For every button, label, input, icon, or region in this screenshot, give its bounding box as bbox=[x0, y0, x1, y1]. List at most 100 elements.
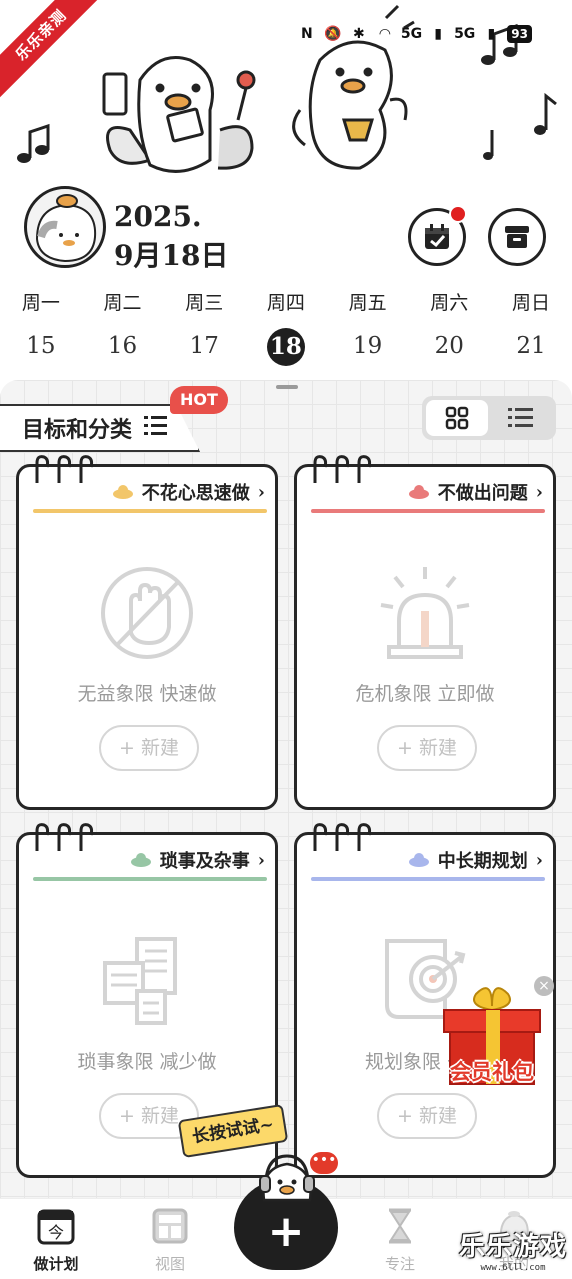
weekday-label: 周一 bbox=[21, 292, 60, 314]
weekday-label: 周五 bbox=[348, 292, 387, 314]
nav-label: 专注 bbox=[384, 1255, 415, 1273]
day-sun[interactable]: 周日 21 bbox=[490, 288, 572, 364]
card-title: 不做出问题 bbox=[437, 483, 528, 504]
drag-handle[interactable] bbox=[276, 385, 298, 389]
quadrant-card-urgent[interactable]: 不做出问题 › 危机象限 立即做 + 新建 bbox=[294, 455, 556, 810]
weekday-label: 周三 bbox=[185, 292, 224, 314]
hourglass-icon bbox=[389, 1208, 411, 1244]
week-strip: 周一 15 周二 16 周三 17 周四 18 周五 19 周六 20 周日 21 bbox=[0, 288, 572, 366]
chat-bubble-icon[interactable]: ••• bbox=[310, 1152, 338, 1174]
flower-icon bbox=[408, 485, 429, 499]
day-number: 21 bbox=[516, 333, 546, 359]
close-promo-button[interactable]: × bbox=[534, 976, 554, 996]
grid-view-button[interactable] bbox=[426, 400, 488, 436]
signal-5g-icon: 5G bbox=[400, 26, 423, 42]
nav-label: 视图 bbox=[154, 1255, 185, 1273]
quadrant-card-quick[interactable]: 不花心思速做 › 无益象限 快速做 + 新建 bbox=[16, 455, 278, 810]
chevron-right-icon: › bbox=[257, 849, 265, 871]
view-toggle bbox=[422, 396, 556, 440]
day-number: 18 bbox=[266, 328, 305, 366]
calendar-today-icon: 今 bbox=[37, 1209, 75, 1245]
music-note-icon bbox=[17, 23, 557, 163]
signal-5g-icon: 5G bbox=[454, 26, 476, 42]
signal-bars-icon: ▮ bbox=[487, 26, 496, 42]
new-task-button[interactable]: + 新建 bbox=[377, 725, 477, 771]
card-header[interactable]: 不做出问题 › bbox=[408, 479, 543, 505]
card-title: 中长期规划 bbox=[437, 851, 528, 872]
card-description: 琐事象限 减少做 bbox=[77, 1051, 217, 1073]
new-task-button[interactable]: + 新建 bbox=[377, 1093, 477, 1139]
spiral-rings-icon bbox=[35, 823, 94, 851]
card-color-line bbox=[33, 509, 267, 513]
day-number: 16 bbox=[107, 333, 138, 359]
bluetooth-icon: ✱ bbox=[352, 26, 365, 42]
day-number: 17 bbox=[189, 333, 219, 359]
day-sat[interactable]: 周六 20 bbox=[408, 288, 490, 364]
card-title: 不花心思速做 bbox=[141, 483, 250, 504]
avatar[interactable] bbox=[24, 186, 106, 268]
watermark-name: 乐乐游戏 bbox=[458, 1232, 567, 1262]
calendar-today-text: 今 bbox=[48, 1223, 64, 1242]
card-header[interactable]: 中长期规划 › bbox=[408, 847, 543, 873]
nfc-icon: N bbox=[300, 26, 313, 42]
flower-icon bbox=[112, 485, 133, 499]
header-area: 乐乐亲测 N 🔕 ✱ ◠ 5G ▮ 5G ▮ 93 2025. 9月18日 周一… bbox=[0, 0, 572, 380]
status-bar: N 🔕 ✱ ◠ 5G ▮ 5G ▮ 93 bbox=[297, 22, 532, 46]
calendar-check-button[interactable] bbox=[408, 205, 467, 266]
member-gift-label[interactable]: 会员礼包 bbox=[434, 1056, 550, 1086]
day-fri[interactable]: 周五 19 bbox=[327, 288, 409, 364]
notification-badge bbox=[449, 205, 467, 223]
day-number: 20 bbox=[434, 333, 464, 359]
papers-icon bbox=[103, 937, 177, 1025]
spiral-rings-icon bbox=[35, 455, 94, 483]
flower-icon bbox=[408, 853, 429, 867]
day-thu-selected[interactable]: 周四 18 bbox=[245, 288, 327, 366]
flower-icon bbox=[130, 853, 151, 867]
current-year: 2025. bbox=[114, 200, 202, 233]
list-icon bbox=[508, 408, 533, 427]
archive-box-icon bbox=[505, 226, 529, 248]
chevron-right-icon: › bbox=[257, 481, 265, 503]
day-tue[interactable]: 周二 16 bbox=[82, 288, 164, 364]
hot-badge: HOT bbox=[170, 386, 228, 414]
section-title: 目标和分类 bbox=[22, 417, 133, 443]
plus-icon: + bbox=[267, 1206, 305, 1257]
layout-icon bbox=[152, 1208, 188, 1244]
nav-view[interactable]: 视图 bbox=[130, 1207, 210, 1274]
day-mon[interactable]: 周一 15 bbox=[0, 288, 82, 364]
card-description: 无益象限 快速做 bbox=[77, 683, 217, 705]
list-icon bbox=[144, 416, 167, 435]
nav-plan[interactable]: 今 做计划 bbox=[16, 1207, 96, 1274]
card-description: 危机象限 立即做 bbox=[355, 683, 495, 705]
spiral-rings-icon bbox=[313, 455, 372, 483]
chevron-right-icon: › bbox=[535, 481, 543, 503]
site-watermark: 乐乐游戏 www.6lll.com bbox=[454, 1226, 572, 1273]
weekday-label: 周四 bbox=[266, 292, 305, 314]
new-task-button[interactable]: + 新建 bbox=[99, 725, 199, 771]
nav-focus[interactable]: 专注 bbox=[360, 1207, 440, 1274]
card-title: 琐事及杂事 bbox=[159, 851, 250, 872]
mute-icon: 🔕 bbox=[324, 26, 342, 42]
chevron-right-icon: › bbox=[535, 849, 543, 871]
archive-box-button[interactable] bbox=[488, 208, 546, 266]
weekday-label: 周六 bbox=[430, 292, 469, 314]
grid-icon bbox=[445, 406, 469, 430]
watermark-url: www.6lll.com bbox=[480, 1263, 546, 1273]
nav-label: 做计划 bbox=[33, 1255, 79, 1273]
day-number: 15 bbox=[26, 333, 56, 359]
list-view-button[interactable] bbox=[490, 400, 552, 436]
duck-avatar-icon bbox=[35, 194, 97, 263]
no-hand-icon bbox=[101, 567, 193, 659]
spiral-rings-icon bbox=[313, 823, 372, 851]
duck-writing-illustration bbox=[102, 56, 256, 173]
card-header[interactable]: 琐事及杂事 › bbox=[130, 847, 265, 873]
alarm-siren-icon bbox=[380, 567, 470, 659]
weekday-label: 周二 bbox=[103, 292, 142, 314]
day-wed[interactable]: 周三 17 bbox=[163, 288, 245, 364]
card-color-line bbox=[33, 877, 267, 881]
weekday-label: 周日 bbox=[511, 292, 550, 314]
calendar-check-icon bbox=[425, 224, 449, 249]
card-header[interactable]: 不花心思速做 › bbox=[112, 479, 265, 505]
card-color-line bbox=[311, 877, 545, 881]
current-date: 9月18日 bbox=[114, 239, 229, 272]
